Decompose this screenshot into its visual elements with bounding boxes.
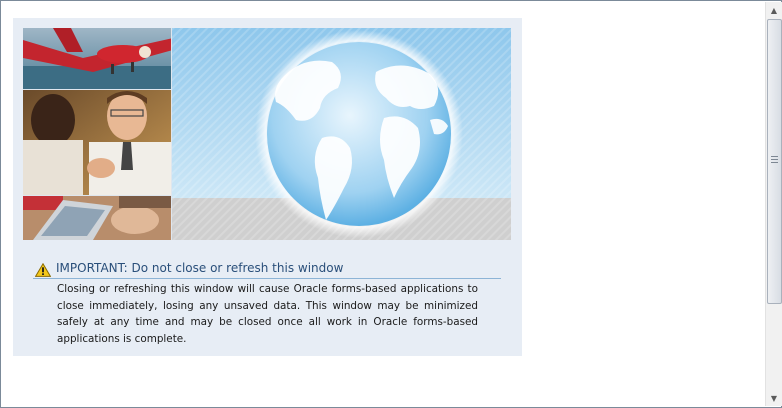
hero-banner xyxy=(23,28,511,240)
scrollbar-grip xyxy=(771,156,778,164)
warning-icon xyxy=(34,262,52,277)
businessmen-photo xyxy=(23,90,171,195)
arrow-up-icon[interactable]: ▲ xyxy=(766,2,782,18)
laptop-photo xyxy=(23,196,171,240)
scrollbar-thumb[interactable] xyxy=(767,19,782,304)
airplane-photo xyxy=(23,28,171,89)
arrow-down-icon[interactable]: ▼ xyxy=(766,390,782,406)
browser-content-frame: IMPORTANT: Do not close or refresh this … xyxy=(0,0,782,408)
vertical-scrollbar[interactable]: ▲ ▼ xyxy=(765,2,782,406)
notice-header: IMPORTANT: Do not close or refresh this … xyxy=(33,261,501,279)
notice-title: IMPORTANT: Do not close or refresh this … xyxy=(56,261,344,275)
globe-graphic xyxy=(172,28,511,240)
notice-panel: IMPORTANT: Do not close or refresh this … xyxy=(13,18,522,356)
notice-body: Closing or refreshing this window will c… xyxy=(57,283,478,345)
